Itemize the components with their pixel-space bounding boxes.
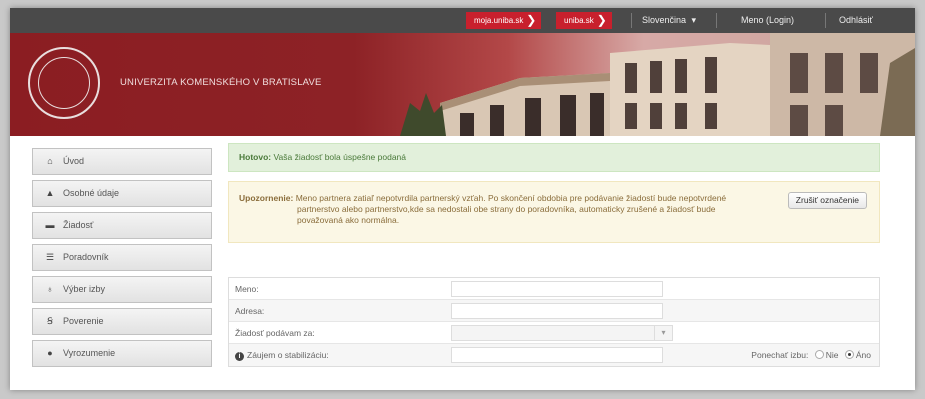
name-label: Meno: <box>235 284 259 294</box>
address-field[interactable] <box>451 303 663 319</box>
login-link[interactable]: Meno (Login) <box>741 12 794 29</box>
warning-line-2: partnerstvo alebo partnerstvo,kde sa ned… <box>297 204 716 214</box>
success-alert: Hotovo: Vaša žiadosť bola úspešne podaná <box>228 143 880 172</box>
language-dropdown[interactable]: Slovenčina ▾ <box>642 12 696 29</box>
keep-room-no-radio[interactable] <box>814 350 824 359</box>
language-label: Slovenčina <box>642 15 687 25</box>
stabilization-label-wrap: i Záujem o stabilizáciu: <box>235 344 329 366</box>
keep-room-group: Ponechať izbu: Nie Áno <box>751 344 871 366</box>
sidebar-item-vyber-izby[interactable]: ♁ Výber izby <box>32 276 212 303</box>
browser-viewport: moja.uniba.sk ❯ uniba.sk ❯ Slovenčina ▾ … <box>10 8 915 390</box>
sidebar-item-label: Osobné údaje <box>63 188 120 198</box>
sidebar-item-vyrozumenie[interactable]: ● Vyrozumenie <box>32 340 212 367</box>
logout-link[interactable]: Odhlásiť <box>839 12 873 29</box>
cancel-marking-button[interactable]: Zrušiť označenie <box>787 192 867 209</box>
request-type-select[interactable]: ▾ <box>451 325 673 341</box>
sidebar-item-osobne-udaje[interactable]: ▲ Osobné údaje <box>32 180 212 207</box>
warning-line-1: Meno partnera zatiaľ nepotvrdila partner… <box>295 193 727 203</box>
user-icon: ▲ <box>45 188 55 198</box>
top-bar: moja.uniba.sk ❯ uniba.sk ❯ Slovenčina ▾ … <box>10 8 915 33</box>
form-row-address: Adresa: <box>229 300 879 322</box>
moja-uniba-link[interactable]: moja.uniba.sk ❯ <box>466 12 542 29</box>
sidebar-item-label: Poradovník <box>63 252 109 262</box>
keep-room-no-label: Nie <box>825 350 839 360</box>
chevron-right-icon: ❯ <box>596 13 607 27</box>
address-label: Adresa: <box>235 306 265 316</box>
warning-alert-text: Upozornenie: Meno partnera zatiaľ nepotv… <box>239 193 779 226</box>
list-icon: ☰ <box>45 252 55 262</box>
warning-line-3: považovaná ako normálna. <box>297 215 400 225</box>
keep-room-yes-label: Áno <box>855 350 871 360</box>
sidebar-item-label: Vyrozumenie <box>63 348 116 358</box>
form-row-name: Meno: <box>229 278 879 300</box>
seal-inner-ring <box>38 57 90 109</box>
success-alert-text: Vaša žiadosť bola úspešne podaná <box>273 152 407 162</box>
main-content: Hotovo: Vaša žiadosť bola úspešne podaná… <box>228 143 880 367</box>
uniba-label: uniba.sk <box>564 16 594 25</box>
form-row-request-type: Žiadosť podávam za: ▾ <box>229 322 879 344</box>
keep-room-yes-radio[interactable] <box>844 350 854 359</box>
warning-alert-label: Upozornenie: <box>239 193 294 203</box>
sidebar-item-label: Úvod <box>63 156 85 166</box>
chevron-down-icon: ▾ <box>654 326 672 340</box>
info-icon: ● <box>47 348 53 358</box>
form-row-stabilization: i Záujem o stabilizáciu: Ponechať izbu: N… <box>229 344 879 366</box>
stabilization-field[interactable] <box>451 347 663 363</box>
request-type-label: Žiadosť podávam za: <box>235 328 315 338</box>
stamp-icon: Ꞩ <box>47 316 53 326</box>
university-name: UNIVERZITA KOMENSKÉHO V BRATISLAVE <box>120 77 322 88</box>
chevron-right-icon: ❯ <box>526 13 537 27</box>
divider <box>716 13 717 28</box>
building-illustration <box>400 33 915 136</box>
sidebar-item-ziadost[interactable]: ▬ Žiadosť <box>32 212 212 239</box>
name-field[interactable] <box>451 281 663 297</box>
sidebar-item-poradovnik[interactable]: ☰ Poradovník <box>32 244 212 271</box>
chevron-down-icon: ▾ <box>691 15 697 25</box>
divider <box>631 13 632 28</box>
request-form: Meno: Adresa: Žiadosť podávam za: ▾ i Záu… <box>228 277 880 367</box>
warning-alert: Upozornenie: Meno partnera zatiaľ nepotv… <box>228 181 880 243</box>
divider <box>825 13 826 28</box>
site-header: UNIVERZITA KOMENSKÉHO V BRATISLAVE <box>10 33 915 136</box>
uniba-link[interactable]: uniba.sk ❯ <box>556 12 612 29</box>
folder-icon: ▬ <box>45 220 55 230</box>
sidebar-nav: ⌂ Úvod ▲ Osobné údaje ▬ Žiadosť ☰ Poradovník… <box>32 148 212 372</box>
info-icon[interactable]: i <box>235 352 244 361</box>
sidebar-item-poverenie[interactable]: Ꞩ Poverenie <box>32 308 212 335</box>
home-icon: ⌂ <box>47 156 53 166</box>
moja-uniba-label: moja.uniba.sk <box>474 16 524 25</box>
sidebar-item-label: Poverenie <box>63 316 104 326</box>
keep-room-label: Ponechať izbu: <box>751 350 809 360</box>
stabilization-label: Záujem o stabilizáciu: <box>247 350 329 360</box>
success-alert-label: Hotovo: <box>239 152 272 162</box>
sidebar-item-uvod[interactable]: ⌂ Úvod <box>32 148 212 175</box>
bulb-icon: ♁ <box>46 284 54 294</box>
university-seal-logo[interactable] <box>28 47 100 119</box>
sidebar-item-label: Výber izby <box>63 284 106 294</box>
sidebar-item-label: Žiadosť <box>63 220 94 230</box>
